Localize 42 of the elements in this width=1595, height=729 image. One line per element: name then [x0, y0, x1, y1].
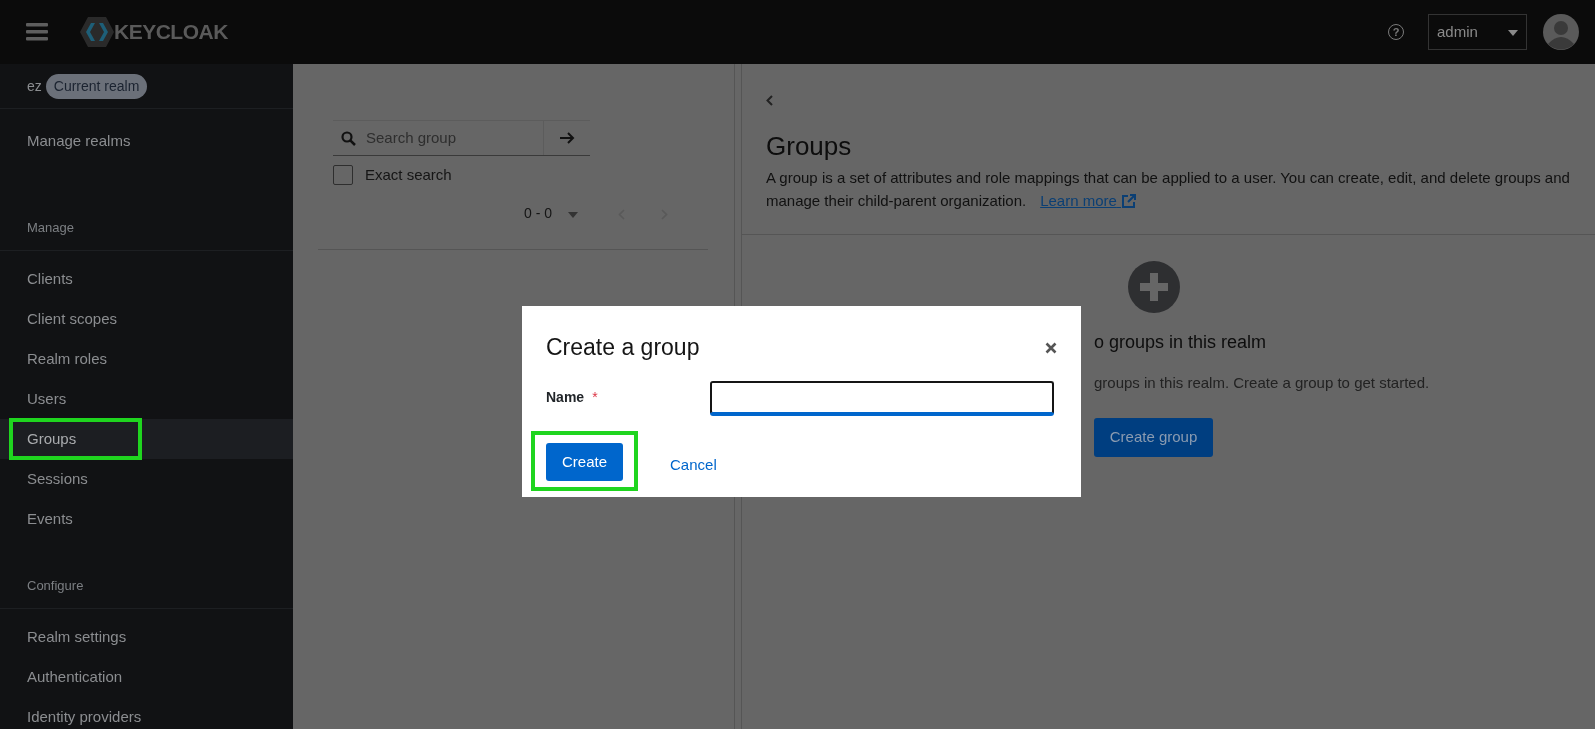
- sidebar-link[interactable]: Identity providers: [27, 705, 142, 729]
- user-menu[interactable]: admin: [1428, 14, 1527, 50]
- cancel-button[interactable]: Cancel: [664, 445, 723, 484]
- sidebar-link[interactable]: Realm settings: [27, 625, 127, 649]
- realm-badge: Current realm: [45, 73, 148, 99]
- create-group-button[interactable]: Create group: [1093, 418, 1214, 457]
- logo-icon: [80, 17, 114, 47]
- external-link-icon: [1121, 194, 1137, 210]
- brand-name: KEYCLOAK: [114, 19, 228, 46]
- search-icon: [341, 130, 356, 146]
- empty-state-text: groups in this realm. Create a group to get started.: [1094, 372, 1430, 393]
- realm-name: ez: [27, 76, 42, 96]
- sidebar-link[interactable]: Authentication: [27, 665, 123, 689]
- avatar-icon[interactable]: [1543, 14, 1579, 50]
- page-description: A group is a set of attributes and role mappings that can be applied to a user. You can create, edit, and delete groups and manage their child-parent organization. Learn more: [766, 167, 1571, 212]
- sidebar-link[interactable]: Events: [27, 507, 73, 531]
- close-icon[interactable]: [1045, 342, 1057, 355]
- pagination-range: 0 - 0: [524, 204, 552, 224]
- sidebar-link[interactable]: Client scopes: [27, 307, 118, 331]
- dialog-title: Create a group: [546, 333, 700, 362]
- caret-icon[interactable]: [568, 211, 578, 218]
- search-field[interactable]: Search group: [364, 121, 539, 155]
- create-button[interactable]: Create: [546, 442, 624, 481]
- exact-search-label: Exact search: [365, 165, 452, 185]
- exact-search-checkbox[interactable]: [333, 165, 353, 186]
- name-input-field[interactable]: [710, 380, 1054, 414]
- sidebar-link[interactable]: Clients: [27, 267, 73, 291]
- menu-icon[interactable]: [26, 23, 48, 41]
- caret-icon: [1508, 29, 1518, 36]
- sidebar-link[interactable]: Realm roles: [27, 347, 108, 371]
- required-mark: *: [592, 387, 598, 407]
- page-title: Groups: [766, 129, 853, 163]
- sidebar-link[interactable]: Sessions: [27, 467, 88, 491]
- arrow-right-icon: [559, 131, 575, 145]
- sidebar-link[interactable]: Users: [27, 387, 67, 411]
- section-heading: Configure: [0, 563, 293, 609]
- empty-state-title: o groups in this realm: [1094, 330, 1267, 354]
- field-label: Name: [546, 387, 585, 407]
- plus-circle-icon: [1127, 260, 1180, 313]
- sidebar-link[interactable]: Manage realms: [27, 129, 131, 153]
- collapse-icon[interactable]: [766, 94, 773, 106]
- section-heading: Manage: [0, 205, 293, 251]
